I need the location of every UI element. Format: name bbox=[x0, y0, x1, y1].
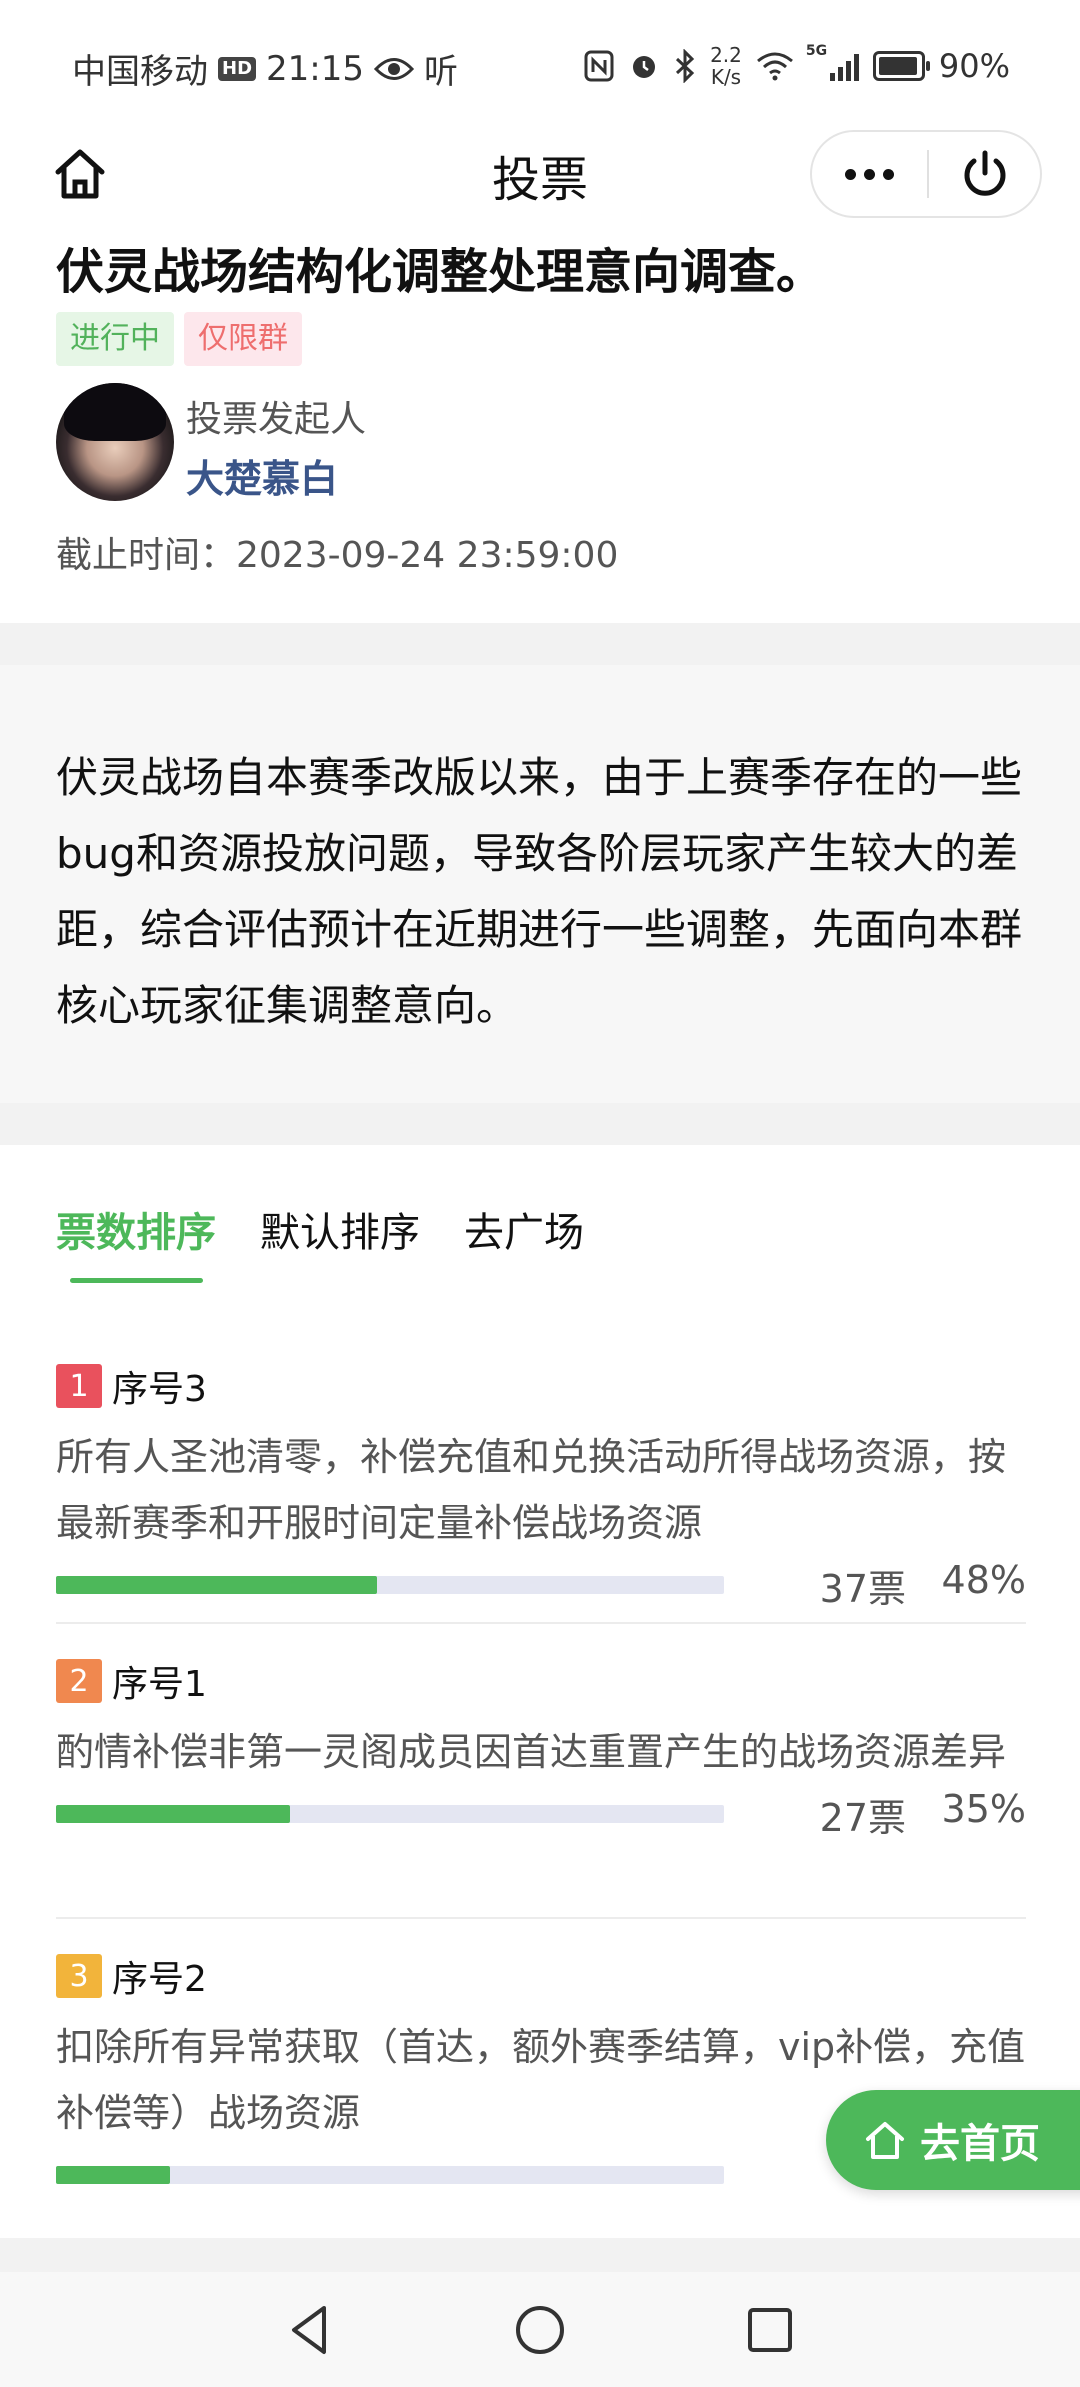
recents-icon[interactable] bbox=[740, 2300, 800, 2360]
home-icon bbox=[866, 2122, 904, 2159]
status-badge-group-only: 仅限群 bbox=[184, 312, 302, 366]
power-icon bbox=[964, 150, 1005, 196]
progress-fill bbox=[56, 1576, 377, 1594]
sort-tabs: 票数排序 默认排序 去广场 bbox=[56, 1200, 584, 1258]
nav-bar: 投票 bbox=[0, 130, 1080, 240]
status-right: 2.2 K/s 5G 90% bbox=[584, 43, 1010, 88]
rank-badge: 1 bbox=[56, 1364, 102, 1408]
eye-icon bbox=[374, 57, 414, 80]
home-circle-icon[interactable] bbox=[510, 2300, 570, 2360]
network-type: 5G bbox=[805, 43, 828, 59]
status-tags: 进行中 仅限群 bbox=[56, 312, 302, 366]
vote-percent: 48% bbox=[941, 1558, 1026, 1602]
alarm-icon bbox=[633, 56, 656, 78]
option-label: 序号3 bbox=[112, 1369, 207, 1410]
option-header: 1 序号3 bbox=[56, 1360, 1026, 1412]
option-separator bbox=[56, 1622, 1026, 1624]
status-left: 中国移动 HD 21:15 听 bbox=[72, 44, 458, 93]
progress-track bbox=[56, 2166, 724, 2184]
option-text: 所有人圣池清零，补偿充值和兑换活动所得战场资源，按最新赛季和开服时间定量补偿战场… bbox=[56, 1435, 1007, 1545]
more-icon bbox=[845, 168, 856, 180]
option-header: 2 序号1 bbox=[56, 1655, 1026, 1707]
vote-count: 27票 bbox=[819, 1796, 906, 1840]
progress-track bbox=[56, 1805, 724, 1823]
battery-icon bbox=[872, 51, 930, 81]
option-result: 27票 35% bbox=[56, 1787, 1026, 1847]
bluetooth-icon bbox=[676, 49, 695, 83]
vote-count: 37票 bbox=[819, 1567, 906, 1611]
initiator-name[interactable]: 大楚慕白 bbox=[186, 448, 338, 503]
carrier-name: 中国移动 bbox=[72, 52, 208, 92]
speed-unit: K/s bbox=[710, 65, 742, 89]
option-label: 序号2 bbox=[112, 1959, 207, 2000]
tab-default-sort[interactable]: 默认排序 bbox=[260, 1200, 420, 1258]
tab-plaza[interactable]: 去广场 bbox=[464, 1200, 584, 1258]
hd-icon: HD bbox=[218, 56, 257, 81]
go-home-label: 去首页 bbox=[920, 2121, 1040, 2167]
go-home-button[interactable]: 去首页 bbox=[826, 2090, 1080, 2190]
rank-badge: 3 bbox=[56, 1954, 102, 1998]
progress-track bbox=[56, 1576, 724, 1594]
section-divider bbox=[0, 2238, 1080, 2272]
vote-description: 伏灵战场自本赛季改版以来，由于上赛季存在的一些bug和资源投放问题，导致各阶层玩… bbox=[56, 753, 1023, 1030]
nfc-icon bbox=[584, 50, 614, 82]
deadline: 截止时间：2023-09-24 23:59:00 bbox=[56, 535, 619, 576]
back-icon[interactable] bbox=[280, 2300, 340, 2360]
avatar[interactable] bbox=[56, 383, 174, 501]
network-speed: 2.2 K/s bbox=[710, 44, 742, 88]
progress-fill bbox=[56, 2166, 170, 2184]
option-item[interactable]: 1 序号3 所有人圣池清零，补偿充值和兑换活动所得战场资源，按最新赛季和开服时间… bbox=[56, 1360, 1026, 1618]
clock: 21:15 bbox=[266, 48, 364, 89]
section-divider bbox=[0, 1103, 1080, 1145]
rank-badge: 2 bbox=[56, 1659, 102, 1703]
progress-fill bbox=[56, 1805, 290, 1823]
system-nav-bar bbox=[0, 2272, 1080, 2387]
tab-underline bbox=[70, 1278, 203, 1283]
vote-percent: 35% bbox=[941, 1787, 1026, 1831]
initiator-label: 投票发起人 bbox=[186, 399, 367, 440]
close-button[interactable] bbox=[929, 130, 1040, 218]
option-result: 37票 48% bbox=[56, 1558, 1026, 1618]
status-bar: 中国移动 HD 21:15 听 2.2 K/s 5G 90% bbox=[0, 0, 1080, 130]
tab-vote-sort[interactable]: 票数排序 bbox=[56, 1200, 216, 1258]
option-text: 酌情补偿非第一灵阁成员因首达重置产生的战场资源差异 bbox=[56, 1730, 1007, 1774]
option-label: 序号1 bbox=[112, 1664, 207, 1705]
listen-icon: 听 bbox=[424, 52, 458, 92]
vote-title: 伏灵战场结构化调整处理意向调查。 bbox=[56, 244, 825, 300]
signal-icon: 5G bbox=[806, 43, 859, 81]
wifi-icon bbox=[756, 52, 793, 81]
section-divider bbox=[0, 623, 1080, 665]
option-separator bbox=[56, 1917, 1026, 1919]
option-header: 3 序号2 bbox=[56, 1950, 1026, 2002]
more-button[interactable] bbox=[812, 130, 927, 218]
battery-percent: 90% bbox=[938, 47, 1010, 85]
status-badge-ongoing: 进行中 bbox=[56, 312, 174, 366]
speed-value: 2.2 bbox=[710, 43, 742, 67]
option-item[interactable]: 2 序号1 酌情补偿非第一灵阁成员因首达重置产生的战场资源差异 27票 35% bbox=[56, 1655, 1026, 1847]
mini-program-capsule bbox=[810, 130, 1042, 218]
